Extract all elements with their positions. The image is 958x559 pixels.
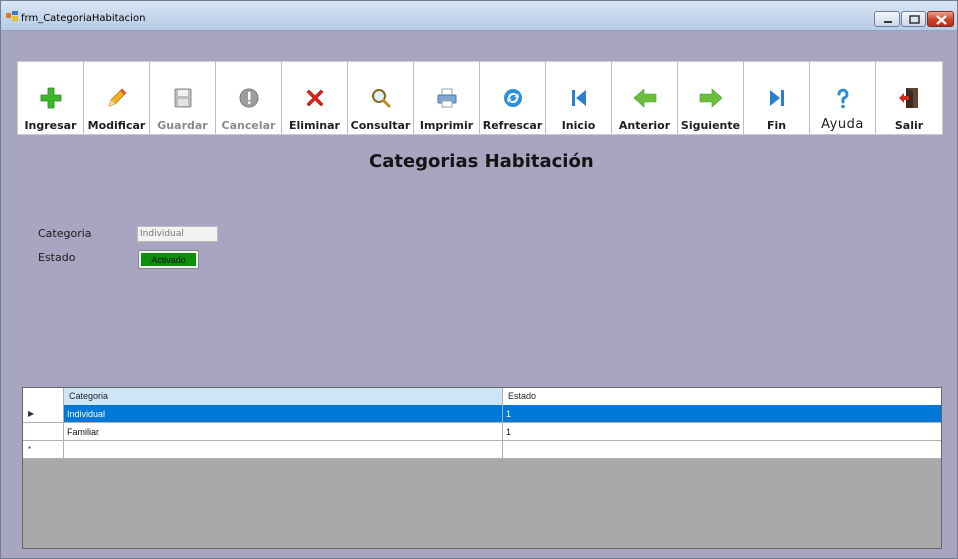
categoria-input[interactable]: Individual [137, 226, 218, 242]
data-grid[interactable]: Categoria Estado ▶ Individual 1 Familiar… [22, 387, 942, 549]
anterior-label: Anterior [618, 119, 671, 132]
last-icon [769, 90, 784, 106]
app-icon [6, 11, 18, 21]
exit-icon [899, 88, 918, 108]
current-row-indicator[interactable]: ▶ [23, 405, 64, 422]
cell-estado[interactable]: 1 [503, 423, 941, 440]
ingresar-label: Ingresar [24, 119, 77, 132]
estado-toggle[interactable]: Activado [138, 250, 199, 269]
anterior-button[interactable]: Anterior [612, 62, 678, 134]
eliminar-label: Eliminar [289, 119, 340, 132]
consultar-button[interactable]: Consultar [348, 62, 414, 134]
column-header-categoria[interactable]: Categoria [64, 388, 503, 405]
table-row[interactable]: Familiar 1 [23, 423, 941, 441]
siguiente-label: Siguiente [680, 119, 741, 132]
arrow-left-icon [633, 88, 656, 108]
ayuda-label: Ayuda [821, 117, 864, 132]
minimize-button[interactable] [874, 11, 900, 27]
printer-icon [437, 88, 456, 108]
pencil-icon [107, 88, 127, 107]
column-header-estado[interactable]: Estado [503, 388, 941, 405]
maximize-button[interactable] [901, 11, 926, 27]
new-row-indicator[interactable]: * [23, 441, 64, 458]
plus-icon [40, 87, 61, 109]
refrescar-label: Refrescar [482, 119, 543, 132]
delete-icon [306, 89, 323, 107]
save-icon [174, 88, 191, 108]
salir-label: Salir [894, 119, 924, 132]
cell-estado[interactable]: 1 [503, 405, 941, 422]
grid-corner-header[interactable] [23, 388, 64, 405]
guardar-button[interactable]: Guardar [150, 62, 216, 134]
imprimir-label: Imprimir [419, 119, 474, 132]
fin-label: Fin [766, 119, 787, 132]
title-bar[interactable]: frm_CategoriaHabitacion [1, 1, 957, 31]
new-row[interactable]: * [23, 441, 941, 459]
refrescar-button[interactable]: Refrescar [480, 62, 546, 134]
inicio-button[interactable]: Inicio [546, 62, 612, 134]
ayuda-button[interactable]: Ayuda [810, 62, 876, 134]
cancel-icon [239, 88, 258, 108]
grid-header: Categoria Estado [23, 388, 941, 405]
search-icon [371, 89, 390, 108]
modificar-button[interactable]: Modificar [84, 62, 150, 134]
imprimir-button[interactable]: Imprimir [414, 62, 480, 134]
help-icon [837, 88, 848, 109]
cell-estado-new[interactable] [503, 441, 941, 458]
arrow-right-icon [699, 88, 722, 108]
cancelar-button[interactable]: Cancelar [216, 62, 282, 134]
categoria-label: Categoria [38, 227, 92, 240]
estado-label: Estado [38, 251, 76, 264]
consultar-label: Consultar [350, 119, 411, 132]
refresh-icon [503, 89, 522, 107]
row-header[interactable] [23, 423, 64, 440]
cell-categoria[interactable]: Familiar [64, 423, 503, 440]
siguiente-button[interactable]: Siguiente [678, 62, 744, 134]
cancelar-label: Cancelar [221, 119, 276, 132]
cell-categoria[interactable]: Individual [64, 405, 503, 422]
main-window: frm_CategoriaHabitacion Ingresar Modific… [0, 0, 958, 559]
table-row[interactable]: ▶ Individual 1 [23, 405, 941, 423]
guardar-label: Guardar [157, 119, 208, 132]
close-button[interactable] [927, 11, 954, 27]
window-title: frm_CategoriaHabitacion [21, 13, 146, 24]
inicio-label: Inicio [561, 119, 596, 132]
cell-categoria-new[interactable] [64, 441, 503, 458]
modificar-label: Modificar [87, 119, 146, 132]
eliminar-button[interactable]: Eliminar [282, 62, 348, 134]
ingresar-button[interactable]: Ingresar [18, 62, 84, 134]
form-title: Categorias Habitación [369, 151, 594, 172]
fin-button[interactable]: Fin [744, 62, 810, 134]
first-icon [571, 90, 586, 106]
salir-button[interactable]: Salir [876, 62, 942, 134]
toolbar: Ingresar Modificar Guardar Cancelar Elim… [17, 61, 943, 135]
